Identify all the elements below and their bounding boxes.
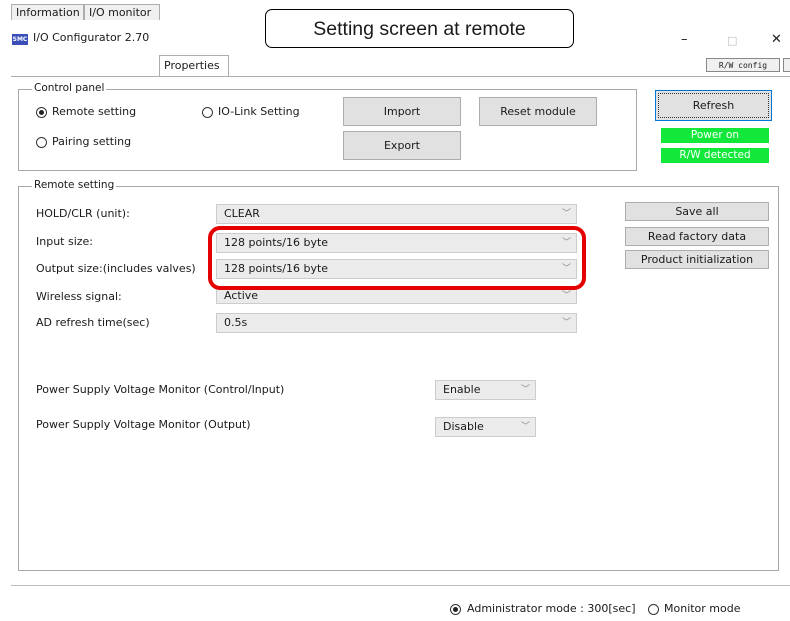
voltage-monitor-output-value: Disable <box>443 420 484 433</box>
footer-separator <box>11 585 790 586</box>
tab-io-monitor[interactable]: I/O monitor <box>84 4 160 20</box>
iolink-setting-label[interactable]: IO-Link Setting <box>218 105 300 118</box>
rw-extra-button[interactable] <box>783 58 790 72</box>
admin-mode-label[interactable]: Administrator mode : 300[sec] <box>467 602 636 615</box>
remote-setting-legend: Remote setting <box>32 179 117 191</box>
chevron-down-icon: ﹀ <box>520 422 530 432</box>
power-on-indicator: Power on <box>661 128 769 143</box>
chevron-down-icon: ﹀ <box>561 209 571 219</box>
import-button[interactable]: Import <box>343 97 461 126</box>
hold-clr-label: HOLD/CLR (unit): <box>36 207 130 220</box>
tab-information[interactable]: Information <box>11 4 84 20</box>
chevron-down-icon: ﹀ <box>561 291 571 301</box>
iolink-setting-radio[interactable] <box>202 107 213 118</box>
export-button[interactable]: Export <box>343 131 461 160</box>
window-title: I/O Configurator 2.70 <box>33 31 150 44</box>
tab-properties[interactable]: Properties <box>159 55 229 76</box>
app-icon: SMC <box>12 34 28 45</box>
product-initialization-button[interactable]: Product initialization <box>625 250 769 269</box>
voltage-monitor-input-value: Enable <box>443 383 481 396</box>
size-fields-highlight <box>208 226 586 290</box>
save-all-button[interactable]: Save all <box>625 202 769 221</box>
remote-setting-label[interactable]: Remote setting <box>52 105 136 118</box>
control-panel-legend: Control panel <box>32 82 107 94</box>
monitor-mode-label[interactable]: Monitor mode <box>664 602 741 615</box>
voltage-monitor-output-select[interactable]: Disable ﹀ <box>435 417 536 437</box>
wireless-signal-label: Wireless signal: <box>36 290 122 303</box>
hold-clr-select[interactable]: CLEAR ﹀ <box>216 204 577 224</box>
voltage-monitor-input-select[interactable]: Enable ﹀ <box>435 380 536 400</box>
monitor-mode-radio[interactable] <box>648 604 659 615</box>
read-factory-data-button[interactable]: Read factory data <box>625 227 769 246</box>
rw-config-button[interactable]: R/W config <box>706 58 780 72</box>
refresh-button[interactable]: Refresh <box>655 90 772 121</box>
output-size-label: Output size:(includes valves) <box>36 262 196 275</box>
input-size-label: Input size: <box>36 235 94 248</box>
tab-strip-border <box>11 76 790 77</box>
wireless-signal-value: Active <box>224 289 259 302</box>
close-button[interactable]: ✕ <box>771 32 782 47</box>
voltage-monitor-output-label: Power Supply Voltage Monitor (Output) <box>36 418 251 431</box>
hold-clr-value: CLEAR <box>224 207 260 220</box>
ad-refresh-label: AD refresh time(sec) <box>36 316 150 329</box>
chevron-down-icon: ﹀ <box>561 318 571 328</box>
chevron-down-icon: ﹀ <box>520 385 530 395</box>
maximize-button[interactable]: □ <box>727 34 737 47</box>
ad-refresh-select[interactable]: 0.5s ﹀ <box>216 313 577 333</box>
reset-module-button[interactable]: Reset module <box>479 97 597 126</box>
pairing-setting-radio[interactable] <box>36 137 47 148</box>
rw-detected-indicator: R/W detected <box>661 148 769 163</box>
voltage-monitor-input-label: Power Supply Voltage Monitor (Control/In… <box>36 383 285 396</box>
annotation-callout: Setting screen at remote <box>265 9 574 48</box>
pairing-setting-label[interactable]: Pairing setting <box>52 135 131 148</box>
admin-mode-radio[interactable] <box>450 604 461 615</box>
remote-setting-radio[interactable] <box>36 107 47 118</box>
minimize-button[interactable]: – <box>681 32 688 47</box>
ad-refresh-value: 0.5s <box>224 316 248 329</box>
